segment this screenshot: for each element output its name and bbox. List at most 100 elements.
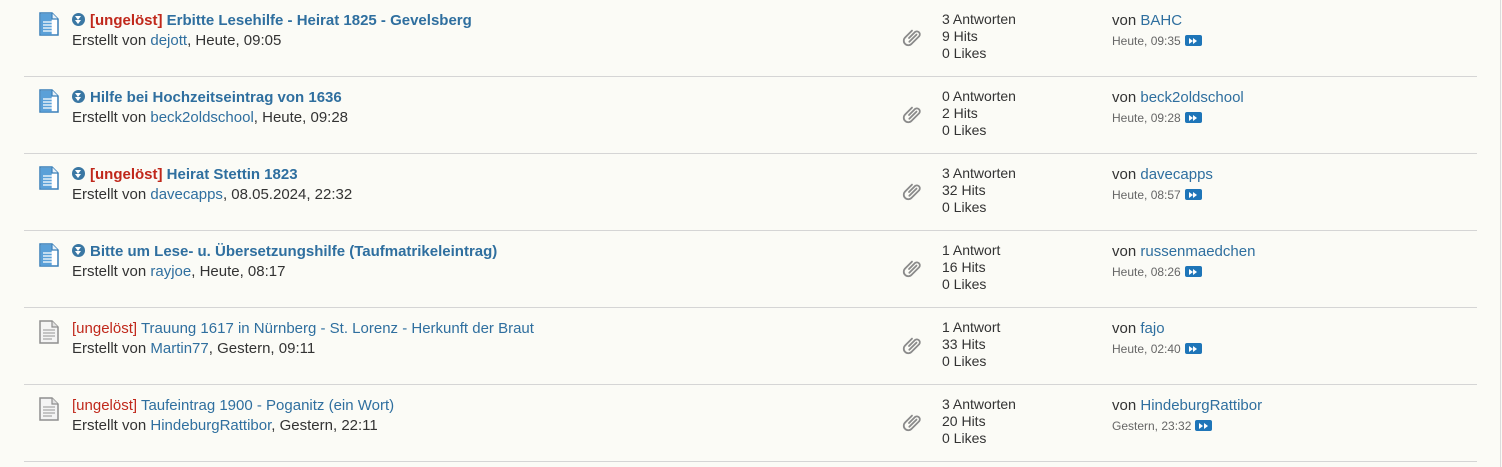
jump-to-last-post-icon[interactable] xyxy=(1184,189,1202,200)
last-post-time: Heute, 09:28 xyxy=(1112,111,1181,125)
author-link[interactable]: rayjoe xyxy=(150,263,191,280)
jump-to-last-post-icon[interactable] xyxy=(1195,420,1213,431)
thread-stats: 0 Antworten 2 Hits 0 Likes xyxy=(942,88,1016,139)
thread-meta: Erstellt von davecapps, 08.05.2024, 22:3… xyxy=(72,186,352,204)
last-user-link[interactable]: fajo xyxy=(1140,320,1164,337)
thread-row: [ungelöst] Heirat Stettin 1823 Erstellt … xyxy=(24,154,1477,231)
author-link[interactable]: dejott xyxy=(150,32,187,49)
last-user-link[interactable]: beck2oldschool xyxy=(1140,89,1243,106)
thread-title-line: [ungelöst] Trauung 1617 in Nürnberg - St… xyxy=(72,320,534,338)
last-user-link[interactable]: HindeburgRattibor xyxy=(1140,397,1262,414)
created-date: , Heute, 08:17 xyxy=(191,263,286,280)
thread-title-link[interactable]: Taufeintrag 1900 - Poganitz (ein Wort) xyxy=(141,397,394,414)
created-by-label: Erstellt von xyxy=(72,417,147,434)
paperclip-icon xyxy=(902,29,921,47)
thread-prefix: [ungelöst] xyxy=(90,166,163,183)
hits-count: 9 Hits xyxy=(942,28,978,44)
unread-thread-icon[interactable] xyxy=(38,243,60,267)
new-post-icon[interactable] xyxy=(72,13,85,26)
created-date: , Gestern, 22:11 xyxy=(271,417,378,434)
thread-stats: 3 Antworten 32 Hits 0 Likes xyxy=(942,165,1016,216)
content-right-border xyxy=(1500,0,1501,467)
thread-title-link[interactable]: Heirat Stettin 1823 xyxy=(167,166,298,183)
paperclip-icon xyxy=(902,106,921,124)
thread-title-link[interactable]: Bitte um Lese- u. Übersetzungshilfe (Tau… xyxy=(90,243,497,260)
created-by-label: Erstellt von xyxy=(72,32,147,49)
by-label: von xyxy=(1112,243,1137,260)
author-link[interactable]: beck2oldschool xyxy=(150,109,253,126)
created-date: , 08.05.2024, 22:32 xyxy=(222,186,353,203)
by-label: von xyxy=(1112,12,1137,29)
author-link[interactable]: davecapps xyxy=(150,186,223,203)
last-user-link[interactable]: russenmaedchen xyxy=(1140,243,1255,260)
by-label: von xyxy=(1112,166,1137,183)
created-by-label: Erstellt von xyxy=(72,340,147,357)
jump-to-last-post-icon[interactable] xyxy=(1184,266,1202,277)
read-thread-icon[interactable] xyxy=(38,320,60,344)
thread-meta: Erstellt von beck2oldschool, Heute, 09:2… xyxy=(72,109,348,127)
created-by-label: Erstellt von xyxy=(72,186,147,203)
likes-count: 0 Likes xyxy=(942,122,987,138)
last-post-time: Heute, 02:40 xyxy=(1112,342,1181,356)
last-post-time: Heute, 08:26 xyxy=(1112,265,1181,279)
thread-stats: 3 Antworten 9 Hits 0 Likes xyxy=(942,11,1016,62)
thread-stats: 1 Antwort 33 Hits 0 Likes xyxy=(942,319,1000,370)
replies-count: 3 Antworten xyxy=(942,165,1016,181)
by-label: von xyxy=(1112,89,1137,106)
replies-count: 3 Antworten xyxy=(942,11,1016,27)
replies-count: 3 Antworten xyxy=(942,396,1016,412)
thread-row: [ungelöst] Taufeintrag 1900 - Poganitz (… xyxy=(24,385,1477,462)
new-post-icon[interactable] xyxy=(72,167,85,180)
hits-count: 2 Hits xyxy=(942,105,978,121)
last-post-info: von HindeburgRattibor Gestern, 23:32 xyxy=(1112,397,1262,434)
last-post-info: von davecapps Heute, 08:57 xyxy=(1112,166,1213,203)
created-by-label: Erstellt von xyxy=(72,263,147,280)
thread-list-page: [ungelöst] Erbitte Lesehilfe - Heirat 18… xyxy=(0,0,1502,467)
unread-thread-icon[interactable] xyxy=(38,89,60,113)
replies-count: 1 Antwort xyxy=(942,242,1001,258)
last-user-link[interactable]: davecapps xyxy=(1140,166,1213,183)
last-post-info: von fajo Heute, 02:40 xyxy=(1112,320,1202,357)
paperclip-icon xyxy=(902,337,921,355)
last-post-info: von beck2oldschool Heute, 09:28 xyxy=(1112,89,1244,126)
last-post-time: Heute, 08:57 xyxy=(1112,188,1181,202)
thread-title-line: Hilfe bei Hochzeitseintrag von 1636 xyxy=(72,89,342,107)
created-date: , Heute, 09:05 xyxy=(187,32,282,49)
hits-count: 20 Hits xyxy=(942,413,986,429)
new-post-icon[interactable] xyxy=(72,244,85,257)
replies-count: 1 Antwort xyxy=(942,319,1001,335)
paperclip-icon xyxy=(902,414,921,432)
last-post-info: von russenmaedchen Heute, 08:26 xyxy=(1112,243,1255,280)
paperclip-icon xyxy=(902,260,921,278)
thread-title-link[interactable]: Hilfe bei Hochzeitseintrag von 1636 xyxy=(90,89,342,106)
likes-count: 0 Likes xyxy=(942,430,987,446)
thread-title-link[interactable]: Trauung 1617 in Nürnberg - St. Lorenz - … xyxy=(141,320,534,337)
last-post-time: Heute, 09:35 xyxy=(1112,34,1181,48)
jump-to-last-post-icon[interactable] xyxy=(1184,343,1202,354)
thread-row: Hilfe bei Hochzeitseintrag von 1636 Erst… xyxy=(24,77,1477,154)
last-post-info: von BAHC Heute, 09:35 xyxy=(1112,12,1202,49)
new-post-icon[interactable] xyxy=(72,90,85,103)
likes-count: 0 Likes xyxy=(942,45,987,61)
likes-count: 0 Likes xyxy=(942,353,987,369)
thread-title-link[interactable]: Erbitte Lesehilfe - Heirat 1825 - Gevels… xyxy=(167,12,472,29)
thread-list: [ungelöst] Erbitte Lesehilfe - Heirat 18… xyxy=(24,0,1477,462)
thread-prefix: [ungelöst] xyxy=(90,12,163,29)
jump-to-last-post-icon[interactable] xyxy=(1184,112,1202,123)
thread-title-line: [ungelöst] Erbitte Lesehilfe - Heirat 18… xyxy=(72,12,472,30)
jump-to-last-post-icon[interactable] xyxy=(1184,35,1202,46)
unread-thread-icon[interactable] xyxy=(38,166,60,190)
unread-thread-icon[interactable] xyxy=(38,12,60,36)
thread-prefix: [ungelöst] xyxy=(72,320,138,337)
thread-meta: Erstellt von dejott, Heute, 09:05 xyxy=(72,32,281,50)
created-by-label: Erstellt von xyxy=(72,109,147,126)
author-link[interactable]: HindeburgRattibor xyxy=(150,417,271,434)
last-post-time: Gestern, 23:32 xyxy=(1112,419,1192,433)
author-link[interactable]: Martin77 xyxy=(150,340,208,357)
created-date: , Gestern, 09:11 xyxy=(208,340,316,357)
by-label: von xyxy=(1112,397,1137,414)
last-user-link[interactable]: BAHC xyxy=(1140,12,1182,29)
thread-row: [ungelöst] Trauung 1617 in Nürnberg - St… xyxy=(24,308,1477,385)
thread-title-line: [ungelöst] Heirat Stettin 1823 xyxy=(72,166,298,184)
read-thread-icon[interactable] xyxy=(38,397,60,421)
